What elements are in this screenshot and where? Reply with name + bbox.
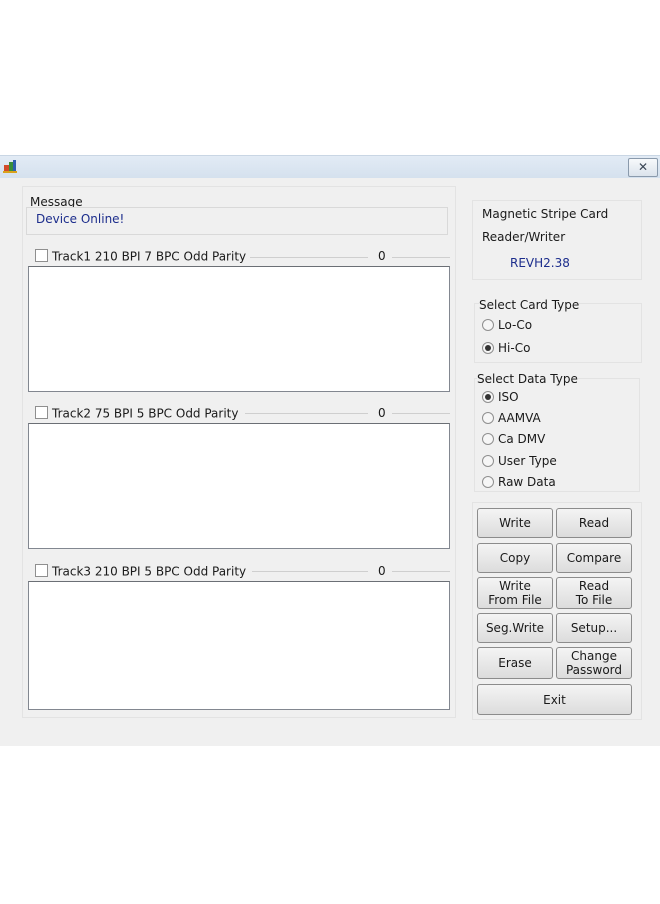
track2-header: Track2 75 BPI 5 BPC Odd Parity <box>35 406 239 422</box>
copy-button[interactable]: Copy <box>477 543 553 573</box>
track3-label: Track3 210 BPI 5 BPC Odd Parity <box>52 564 247 579</box>
erase-button[interactable]: Erase <box>477 647 553 679</box>
track2-separator <box>245 413 368 414</box>
device-name-line2: Reader/Writer <box>482 230 566 244</box>
data-type-label: Select Data Type <box>477 372 578 386</box>
radio-raw-data[interactable]: Raw Data <box>482 475 556 491</box>
track1-separator-right <box>392 257 450 258</box>
radio-button-icon <box>482 318 494 331</box>
radio-aamva-label: AAMVA <box>498 411 541 425</box>
radio-user-type[interactable]: User Type <box>482 454 557 470</box>
track1-header: Track1 210 BPI 7 BPC Odd Parity <box>35 249 246 265</box>
track3-checkbox[interactable] <box>35 564 48 577</box>
title-bar: ✕ <box>0 156 660 178</box>
radio-hi-co[interactable]: Hi-Co <box>482 341 530 357</box>
compare-button[interactable]: Compare <box>556 543 632 573</box>
write-button[interactable]: Write <box>477 508 553 538</box>
radio-hi-co-label: Hi-Co <box>498 341 531 355</box>
track3-data-field[interactable] <box>28 581 450 710</box>
app-icon <box>3 160 17 173</box>
track2-label: Track2 75 BPI 5 BPC Odd Parity <box>52 406 239 421</box>
track1-separator <box>250 257 368 258</box>
write-from-file-button[interactable]: Write From File <box>477 577 553 609</box>
firmware-version: REVH2.38 <box>510 256 570 270</box>
radio-selected-icon <box>482 390 494 403</box>
card-type-label: Select Card Type <box>479 298 580 312</box>
setup-button[interactable]: Setup... <box>556 613 632 643</box>
radio-iso[interactable]: ISO <box>482 390 519 406</box>
radio-button-icon <box>482 454 494 467</box>
track1-data-field[interactable] <box>28 266 450 392</box>
radio-button-icon <box>482 411 494 424</box>
track2-data-field[interactable] <box>28 423 450 549</box>
track3-separator-right <box>392 571 450 572</box>
track2-separator-right <box>392 413 450 414</box>
radio-selected-icon <box>482 341 494 354</box>
exit-button[interactable]: Exit <box>477 684 632 715</box>
radio-button-icon <box>482 432 494 445</box>
radio-ca-dmv[interactable]: Ca DMV <box>482 432 545 448</box>
radio-button-icon <box>482 475 494 488</box>
seg-write-button[interactable]: Seg.Write <box>477 613 553 643</box>
track3-separator <box>252 571 368 572</box>
track1-checkbox[interactable] <box>35 249 48 262</box>
radio-iso-label: ISO <box>498 390 519 404</box>
radio-raw-data-label: Raw Data <box>498 475 556 489</box>
radio-user-type-label: User Type <box>498 454 557 468</box>
track3-header: Track3 210 BPI 5 BPC Odd Parity <box>35 564 246 580</box>
track2-count: 0 <box>378 406 386 420</box>
change-password-button[interactable]: Change Password <box>556 647 632 679</box>
message-text: Device Online! <box>36 212 125 226</box>
radio-lo-co[interactable]: Lo-Co <box>482 318 532 334</box>
track3-count: 0 <box>378 564 386 578</box>
track1-count: 0 <box>378 249 386 263</box>
close-icon: ✕ <box>637 160 649 174</box>
radio-ca-dmv-label: Ca DMV <box>498 432 546 446</box>
track1-label: Track1 210 BPI 7 BPC Odd Parity <box>52 249 247 264</box>
read-to-file-button[interactable]: Read To File <box>556 577 632 609</box>
close-button[interactable]: ✕ <box>628 158 658 177</box>
radio-aamva[interactable]: AAMVA <box>482 411 541 427</box>
radio-lo-co-label: Lo-Co <box>498 318 533 332</box>
track2-checkbox[interactable] <box>35 406 48 419</box>
device-name-line1: Magnetic Stripe Card <box>482 207 609 221</box>
read-button[interactable]: Read <box>556 508 632 538</box>
